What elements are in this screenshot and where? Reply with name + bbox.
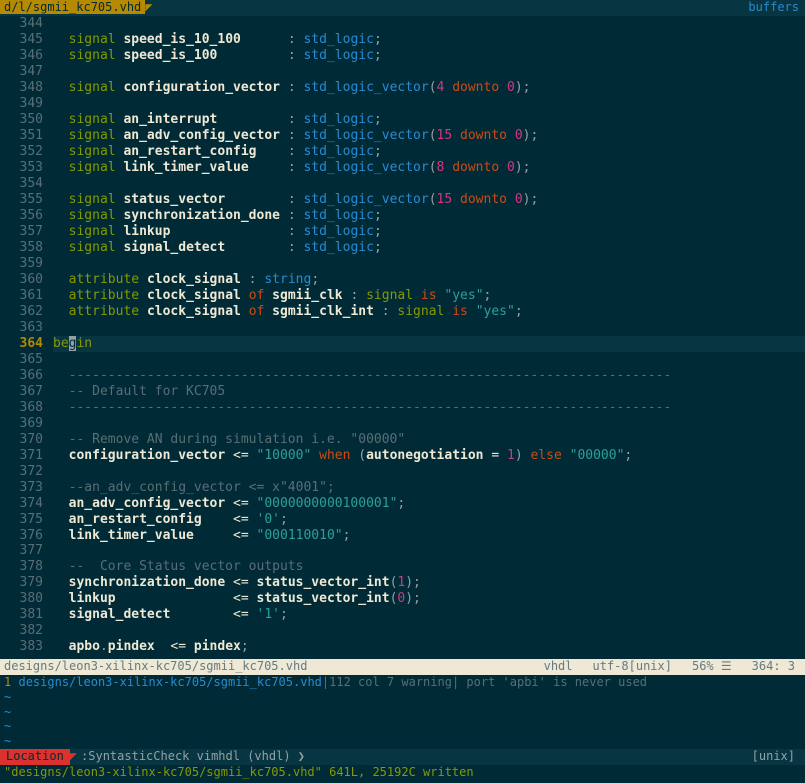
code-line[interactable]	[53, 416, 805, 432]
code-line[interactable]: signal an_adv_config_vector : std_logic_…	[53, 128, 805, 144]
code-line[interactable]: attribute clock_signal of sgmii_clk : si…	[53, 288, 805, 304]
empty-line-tilde: ~	[0, 705, 805, 720]
code-line[interactable]: signal_detect <= '1';	[53, 607, 805, 623]
buffers-label[interactable]: buffers	[748, 0, 805, 16]
code-line[interactable]: signal link_timer_value : std_logic_vect…	[53, 160, 805, 176]
code-line[interactable]	[53, 352, 805, 368]
editor[interactable]: 3443453463473483493503513523533543553563…	[0, 16, 805, 659]
code-line[interactable]	[53, 256, 805, 272]
code-line[interactable]: attribute clock_signal : string;	[53, 272, 805, 288]
code-line[interactable]: ----------------------------------------…	[53, 368, 805, 384]
code-line[interactable]: an_adv_config_vector <= "000000000010000…	[53, 496, 805, 512]
code-line[interactable]: signal configuration_vector : std_logic_…	[53, 80, 805, 96]
loc-number: 1	[4, 675, 11, 689]
status-percent: 56% ☰	[682, 659, 742, 675]
code-line[interactable]: signal status_vector : std_logic_vector(…	[53, 192, 805, 208]
code-line[interactable]: an_restart_config <= '0';	[53, 512, 805, 528]
location-status-line: Location◤ :SyntasticCheck vimhdl (vhdl) …	[0, 749, 805, 765]
code-line[interactable]: signal linkup : std_logic;	[53, 224, 805, 240]
code-line[interactable]	[53, 16, 805, 32]
code-line[interactable]: attribute clock_signal of sgmii_clk_int …	[53, 304, 805, 320]
code-area[interactable]: signal speed_is_10_100 : std_logic; sign…	[53, 16, 805, 659]
code-line[interactable]: signal speed_is_100 : std_logic;	[53, 48, 805, 64]
code-line[interactable]: ----------------------------------------…	[53, 400, 805, 416]
location-list[interactable]: 1 designs/leon3-xilinx-kc705/sgmii_kc705…	[0, 675, 805, 749]
status-line: designs/leon3-xilinx-kc705/sgmii_kc705.v…	[0, 659, 805, 675]
tab-bar: d/l/sgmii_kc705.vhd◤ buffers	[0, 0, 805, 16]
code-line[interactable]: apbo.pindex <= pindex;	[53, 639, 805, 655]
code-line[interactable]: -- Default for KC705	[53, 384, 805, 400]
code-line[interactable]	[53, 623, 805, 639]
status-encoding: utf-8[unix]	[583, 659, 682, 675]
line-number-gutter: 3443453463473483493503513523533543553563…	[0, 16, 53, 659]
code-line[interactable]	[53, 320, 805, 336]
code-line[interactable]: signal an_restart_config : std_logic;	[53, 144, 805, 160]
status-filetype: vhdl	[534, 659, 583, 675]
code-line[interactable]: -- Core Status vector outputs	[53, 559, 805, 575]
location-item[interactable]: 1 designs/leon3-xilinx-kc705/sgmii_kc705…	[0, 675, 805, 690]
code-line[interactable]: -- Remove AN during simulation i.e. "000…	[53, 432, 805, 448]
code-line[interactable]: link_timer_value <= "000110010";	[53, 528, 805, 544]
code-line[interactable]	[53, 96, 805, 112]
code-line[interactable]: signal speed_is_10_100 : std_logic;	[53, 32, 805, 48]
command-line[interactable]: "designs/leon3-xilinx-kc705/sgmii_kc705.…	[0, 765, 805, 781]
code-line[interactable]	[53, 543, 805, 559]
empty-line-tilde: ~	[0, 719, 805, 734]
loc-info: |112 col 7 warning| port 'apbi' is never…	[322, 675, 647, 689]
code-line[interactable]: signal an_interrupt : std_logic;	[53, 112, 805, 128]
code-line[interactable]: linkup <= status_vector_int(0);	[53, 591, 805, 607]
empty-line-tilde: ~	[0, 690, 805, 705]
loc-path: designs/leon3-xilinx-kc705/sgmii_kc705.v…	[18, 675, 321, 689]
loc-unix: [unix]	[752, 749, 805, 765]
code-line[interactable]: signal signal_detect : std_logic;	[53, 240, 805, 256]
code-line[interactable]: signal synchronization_done : std_logic;	[53, 208, 805, 224]
empty-line-tilde: ~	[0, 734, 805, 749]
code-line[interactable]	[53, 64, 805, 80]
code-line[interactable]: --an_adv_config_vector <= x"4001";	[53, 480, 805, 496]
code-line[interactable]	[53, 464, 805, 480]
loc-label: Location	[0, 749, 70, 765]
tab-active[interactable]: d/l/sgmii_kc705.vhd◤	[0, 0, 153, 16]
code-line[interactable]: begin	[53, 336, 805, 352]
code-line[interactable]: configuration_vector <= "10000" when (au…	[53, 448, 805, 464]
code-line[interactable]	[53, 176, 805, 192]
loc-command: :SyntasticCheck vimhdl (vhdl) ❯	[77, 749, 752, 765]
status-path: designs/leon3-xilinx-kc705/sgmii_kc705.v…	[0, 659, 534, 675]
status-position: 364: 3	[742, 659, 805, 675]
code-line[interactable]: synchronization_done <= status_vector_in…	[53, 575, 805, 591]
